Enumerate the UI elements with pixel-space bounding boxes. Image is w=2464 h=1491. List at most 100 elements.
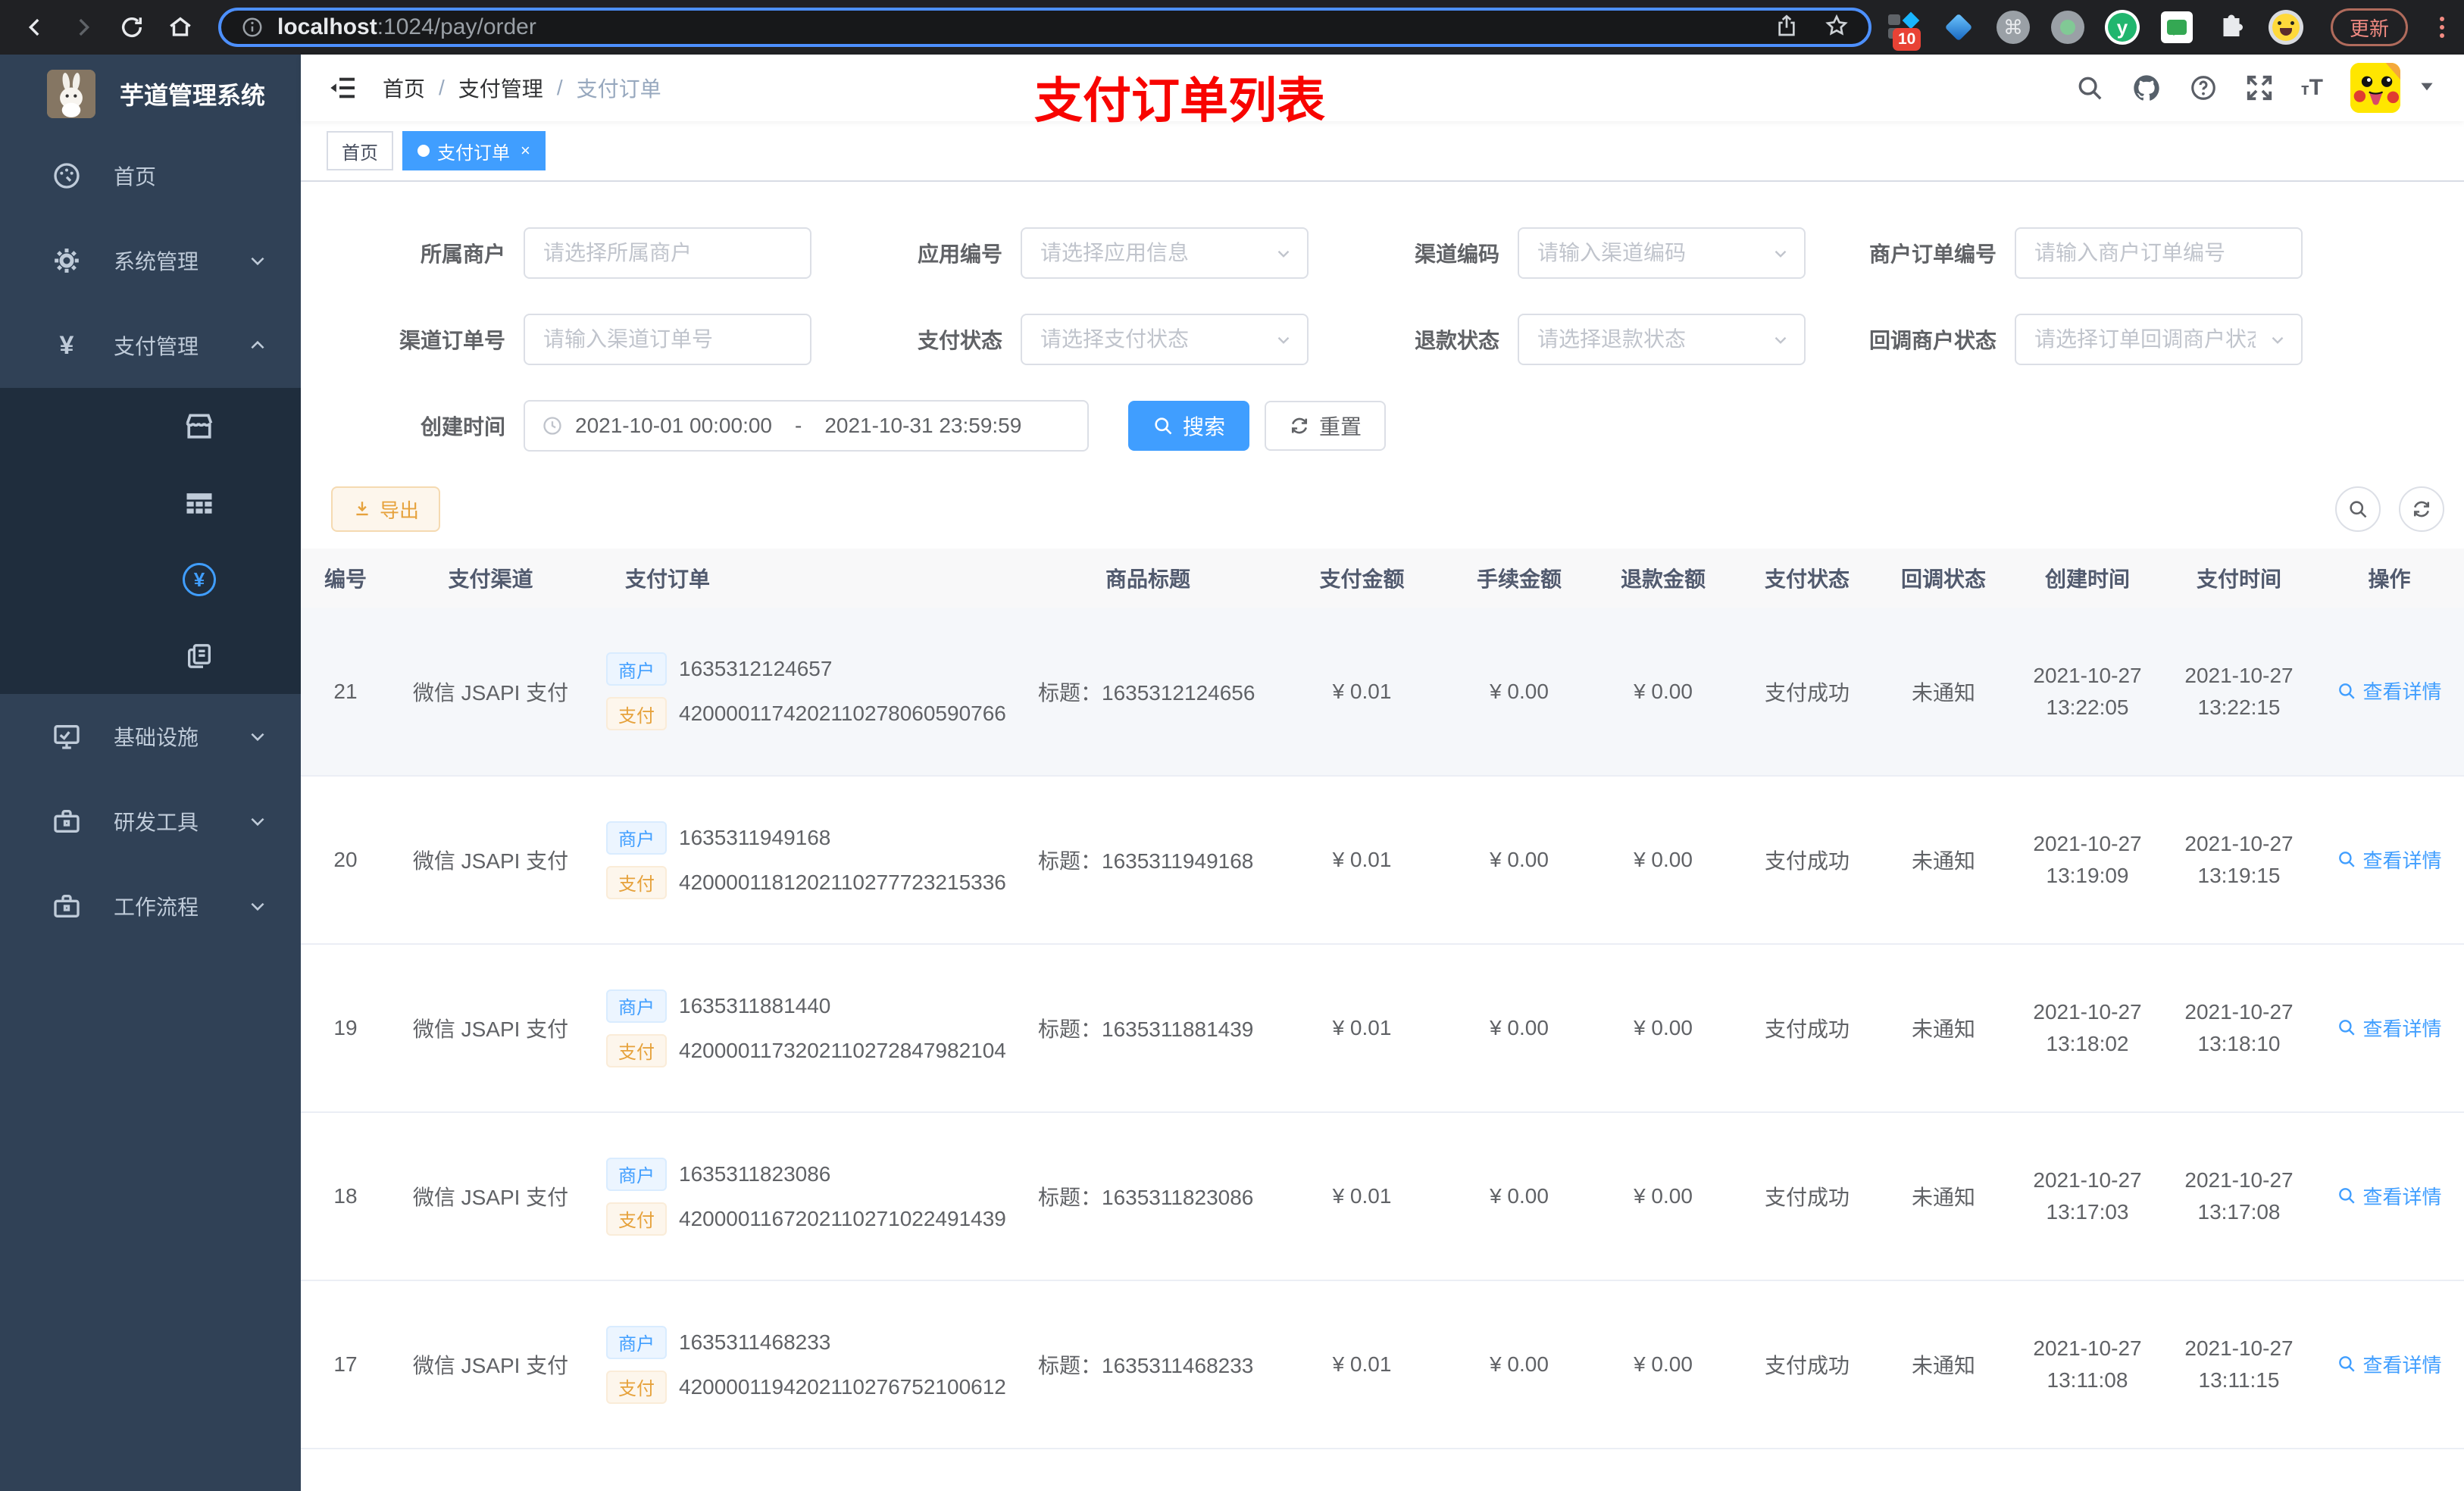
filter-label: 创建时间: [420, 415, 505, 439]
filter-label: 支付状态: [917, 329, 1002, 352]
browser-menu-icon[interactable]: [2440, 17, 2444, 38]
merchant-order-no: 1635312124657: [679, 657, 833, 680]
filter-create-time: 创建时间 2021-10-01 00:00:00 - 2021-10-31 23…: [324, 400, 1089, 452]
date-range-picker[interactable]: 2021-10-01 00:00:00 - 2021-10-31 23:59:5…: [524, 400, 1089, 452]
reset-button[interactable]: 重置: [1265, 401, 1387, 451]
pay-status-select[interactable]: [1021, 314, 1309, 365]
sidebar-item-payment[interactable]: ¥ 支付管理: [0, 303, 301, 388]
export-button[interactable]: 导出: [331, 486, 441, 532]
share-icon[interactable]: [1775, 14, 1799, 42]
app-select[interactable]: [1021, 227, 1309, 279]
github-icon[interactable]: [2131, 73, 2162, 103]
breadcrumb-current: 支付订单: [576, 77, 661, 101]
site-info-icon[interactable]: [241, 16, 264, 39]
toolbox-icon: [50, 806, 83, 836]
extension-record-icon[interactable]: [2050, 10, 2085, 45]
view-detail-link[interactable]: 查看详情: [2337, 1350, 2442, 1378]
view-detail-label: 查看详情: [2362, 680, 2442, 704]
app-title: 芋道管理系统: [120, 82, 266, 109]
breadcrumb-home[interactable]: 首页: [383, 73, 425, 103]
export-button-label: 导出: [380, 499, 420, 522]
refresh-button[interactable]: [2399, 486, 2444, 532]
cell-pay-status: 支付成功: [1739, 944, 1875, 1113]
reload-icon[interactable]: [117, 12, 147, 42]
extension-y-icon[interactable]: y: [2104, 10, 2140, 45]
address-bar[interactable]: localhost:1024/pay/order: [218, 8, 1871, 47]
tags-view-bar: 首页 支付订单 ×: [301, 121, 2464, 182]
notify-status-select[interactable]: [2015, 314, 2303, 365]
toggle-search-button[interactable]: [2335, 486, 2381, 532]
sidebar-item-refund-order[interactable]: 退款订单: [0, 600, 329, 714]
view-detail-label: 查看详情: [2362, 849, 2442, 872]
sidebar-item-app-info[interactable]: 应用信息: [0, 447, 329, 561]
gear-icon: [50, 245, 83, 276]
filter-label: 退款状态: [1414, 329, 1499, 352]
sidebar-item-infra[interactable]: 基础设施: [0, 694, 301, 779]
filter-merchant-order-no: 商户订单编号: [1815, 227, 2303, 279]
cell-title: 标题：1635311881439: [1023, 944, 1273, 1113]
font-size-icon[interactable]: тT: [2301, 75, 2323, 101]
breadcrumb-payment[interactable]: 支付管理: [458, 73, 543, 103]
forward-icon[interactable]: [68, 12, 98, 42]
extensions-puzzle-icon[interactable]: [2214, 10, 2249, 45]
cell-title: 标题：1635311823086: [1023, 1112, 1273, 1281]
cell-create-date: 2021-10-27: [2033, 832, 2142, 855]
url-text: localhost:1024/pay/order: [277, 14, 536, 40]
merchant-select[interactable]: [524, 227, 811, 279]
profile-emoji-icon[interactable]: [2268, 10, 2303, 45]
cell-pay-time: 13:11:15: [2198, 1368, 2280, 1392]
merchant-order-no-input[interactable]: [2015, 227, 2303, 279]
channel-order-no: 4200001167202110271022491439: [679, 1206, 1006, 1230]
cell-fee: ¥ 0.00: [1451, 608, 1587, 777]
merchant-order-no: 1635311468233: [679, 1330, 831, 1354]
sidebar-item-label: 工作流程: [114, 896, 199, 919]
home-icon[interactable]: [165, 12, 195, 42]
sidebar-item-label: 研发工具: [114, 811, 199, 834]
refund-status-select[interactable]: [1518, 314, 1806, 365]
cell-refund: ¥ 0.00: [1587, 1280, 1739, 1449]
channel-order-no-input[interactable]: [524, 314, 811, 365]
sidebar-item-dev-tools[interactable]: 研发工具: [0, 779, 301, 864]
view-detail-link[interactable]: 查看详情: [2337, 1014, 2442, 1042]
tab-pay-order[interactable]: 支付订单 ×: [402, 131, 546, 170]
table-row: 20 微信 JSAPI 支付 商户 1635311949168 支付 4200001…: [301, 776, 2464, 945]
table-row-partial: 商户1635311354796: [301, 1449, 2464, 1491]
active-dot: [417, 145, 430, 157]
chevron-down-icon: [248, 251, 267, 270]
sidebar-item-home[interactable]: 首页: [0, 133, 301, 218]
col-notify-status: 回调状态: [1875, 549, 2012, 608]
sidebar-item-label: 基础设施: [114, 726, 199, 749]
extension-badge-icon[interactable]: 10: [1887, 10, 1921, 51]
sidebar-item-pay-order[interactable]: ¥ 支付订单: [0, 524, 329, 638]
view-detail-link[interactable]: 查看详情: [2337, 677, 2442, 705]
view-detail-link[interactable]: 查看详情: [2337, 1182, 2442, 1210]
chrome-update-button[interactable]: 更新: [2330, 8, 2408, 46]
sidebar-fold-icon[interactable]: [328, 73, 358, 103]
filter-label: 所属商户: [420, 242, 505, 266]
sidebar-item-merchant-info[interactable]: 商户信息: [0, 370, 329, 485]
back-icon[interactable]: [20, 12, 50, 42]
tab-home[interactable]: 首页: [327, 131, 393, 170]
extension-chat-icon[interactable]: [2159, 10, 2194, 45]
cell-channel: 微信 JSAPI 支付: [390, 944, 591, 1113]
close-icon[interactable]: ×: [521, 141, 530, 161]
sidebar-item-workflow[interactable]: 工作流程: [0, 864, 301, 949]
extension-command-icon[interactable]: ⌘: [1996, 10, 2031, 45]
extension-kite-icon[interactable]: [1941, 10, 1976, 45]
table-row: 17 微信 JSAPI 支付 商户 1635311468233 支付 4200001…: [301, 1280, 2464, 1449]
help-icon[interactable]: [2189, 73, 2218, 102]
clock-icon: [542, 415, 563, 436]
user-avatar[interactable]: [2350, 63, 2400, 113]
channel-order-no: 4200001174202110278060590766: [679, 702, 1006, 725]
sidebar-item-system[interactable]: 系统管理: [0, 218, 301, 303]
view-detail-link[interactable]: 查看详情: [2337, 846, 2442, 874]
caret-down-icon[interactable]: [2417, 77, 2437, 100]
sidebar-item-label: 首页: [114, 165, 157, 189]
fullscreen-icon[interactable]: [2245, 73, 2274, 102]
col-refund: 退款金额: [1587, 549, 1739, 608]
search-button-label: 搜索: [1183, 415, 1226, 439]
header-search-icon[interactable]: [2075, 73, 2104, 102]
channel-code-input[interactable]: [1518, 227, 1806, 279]
search-button[interactable]: 搜索: [1128, 401, 1250, 451]
bookmark-star-icon[interactable]: [1825, 14, 1849, 42]
